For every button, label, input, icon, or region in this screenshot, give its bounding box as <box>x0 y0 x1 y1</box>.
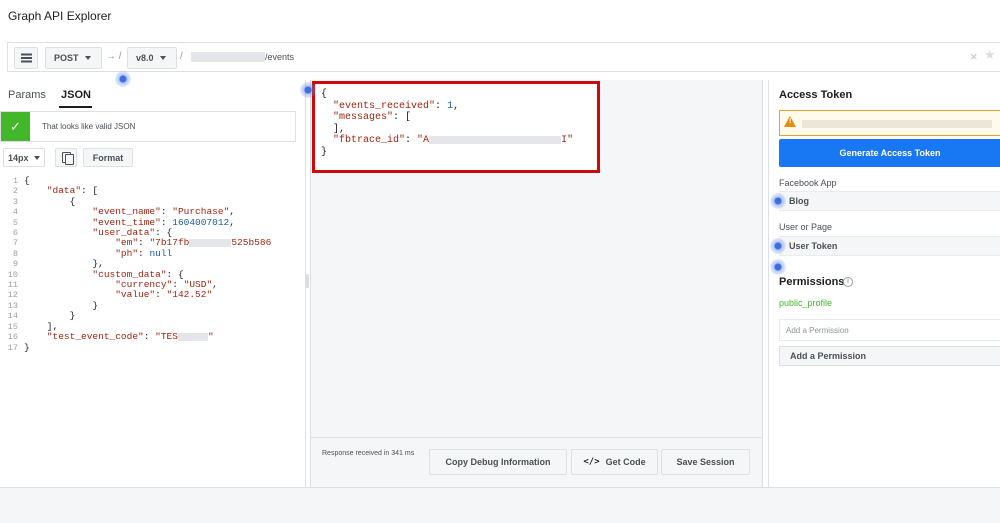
response-panel: { "events_received": 1, "messages": [ ],… <box>310 80 763 487</box>
event-time-value: 1604007012 <box>172 216 230 228</box>
events-received-value: 1 <box>447 100 454 112</box>
caret-down-icon <box>33 155 40 160</box>
path-redacted[interactable] <box>191 52 265 62</box>
generate-token-button[interactable]: Generate Access Token <box>779 139 1000 167</box>
add-permission-button[interactable]: Add a Permission <box>779 346 1000 366</box>
warning-icon <box>784 116 796 127</box>
test-code-end: " <box>207 331 214 343</box>
tab-json[interactable]: JSON <box>61 89 91 101</box>
response-time: Response received in 341 ms <box>322 450 415 457</box>
info-icon[interactable]: i <box>843 277 853 287</box>
request-panel: Params JSON ✓ That looks like valid JSON… <box>0 80 306 487</box>
validation-text: That looks like valid JSON <box>42 122 136 131</box>
add-permission-input[interactable]: Add a Permission <box>779 319 1000 341</box>
value-value: "142.52" <box>166 289 213 301</box>
request-bar: POST → / v8.0 / /events × ★ <box>7 42 1000 72</box>
version-value: v8.0 <box>136 53 154 63</box>
tab-params[interactable]: Params <box>8 89 46 101</box>
caret-down-icon <box>84 56 91 60</box>
response-json: { "events_received": 1, "messages": [ ],… <box>321 89 574 158</box>
access-panel: Access Token Generate Access Token Faceb… <box>768 80 1000 487</box>
json-code: { "data": [ { "event_name": "Purchase", … <box>24 176 272 353</box>
facebook-app-select[interactable]: Blog <box>779 191 1000 211</box>
facebook-app-label: Facebook App <box>779 178 837 188</box>
redacted-block <box>429 135 562 144</box>
app-title: Graph API Explorer <box>8 9 112 23</box>
em-value-end: 525b586 <box>231 237 272 249</box>
test-code-start: "TES <box>155 331 178 343</box>
version-select[interactable]: v8.0 <box>127 47 177 69</box>
ph-value: null <box>149 247 173 259</box>
redacted-block <box>177 332 208 341</box>
json-editor[interactable]: 1 2 3 4 5 6 7 8 9 10 11 12 13 14 15 16 17 { "data": [ { … <box>0 176 300 361</box>
user-or-page-select[interactable]: User Token <box>779 236 1000 256</box>
panel-splitter[interactable] <box>306 274 309 288</box>
check-icon: ✓ <box>1 112 30 141</box>
get-code-button[interactable]: </> Get Code <box>571 449 658 475</box>
path-input[interactable]: /events <box>265 52 294 62</box>
validation-banner: ✓ That looks like valid JSON <box>0 111 296 142</box>
currency-value: "USD" <box>183 279 213 291</box>
path-slash: / <box>180 51 183 62</box>
bottom-bar <box>0 487 1000 523</box>
method-value: POST <box>54 53 79 63</box>
save-session-button[interactable]: Save Session <box>661 449 750 475</box>
star-icon[interactable]: ★ <box>984 47 996 63</box>
method-select[interactable]: POST <box>45 47 102 69</box>
permissions-heading: Permissions <box>779 276 845 288</box>
copy-icon[interactable] <box>55 148 77 167</box>
hamburger-icon <box>20 57 32 59</box>
get-code-label: Get Code <box>605 457 646 467</box>
response-highlight: { "events_received": 1, "messages": [ ],… <box>312 81 600 173</box>
access-token-heading: Access Token <box>779 89 853 101</box>
redacted-block <box>189 238 232 247</box>
font-size-value: 14px <box>8 152 29 163</box>
menu-button[interactable] <box>14 47 38 69</box>
fbtrace-start: "A <box>417 135 430 147</box>
copy-debug-button[interactable]: Copy Debug Information <box>429 449 567 475</box>
event-name-value: Purchase <box>177 206 224 218</box>
line-numbers: 1 2 3 4 5 6 7 8 9 10 11 12 13 14 15 16 17 <box>7 176 18 353</box>
access-token-input[interactable] <box>779 110 1000 136</box>
code-icon: </> <box>583 457 600 467</box>
permission-item[interactable]: public_profile <box>779 298 832 308</box>
caret-down-icon <box>159 56 166 60</box>
fbtrace-end: I" <box>561 135 574 147</box>
response-footer: Response received in 341 ms Copy Debug I… <box>311 437 762 487</box>
clear-icon[interactable]: × <box>970 49 978 64</box>
path-arrow: → / <box>106 51 122 62</box>
font-size-select[interactable]: 14px <box>3 148 45 167</box>
em-value-start: "7b17fb <box>149 237 190 249</box>
token-redacted <box>802 120 992 128</box>
user-or-page-label: User or Page <box>779 222 833 232</box>
format-button[interactable]: Format <box>83 148 133 167</box>
active-tab-indicator <box>59 106 92 108</box>
